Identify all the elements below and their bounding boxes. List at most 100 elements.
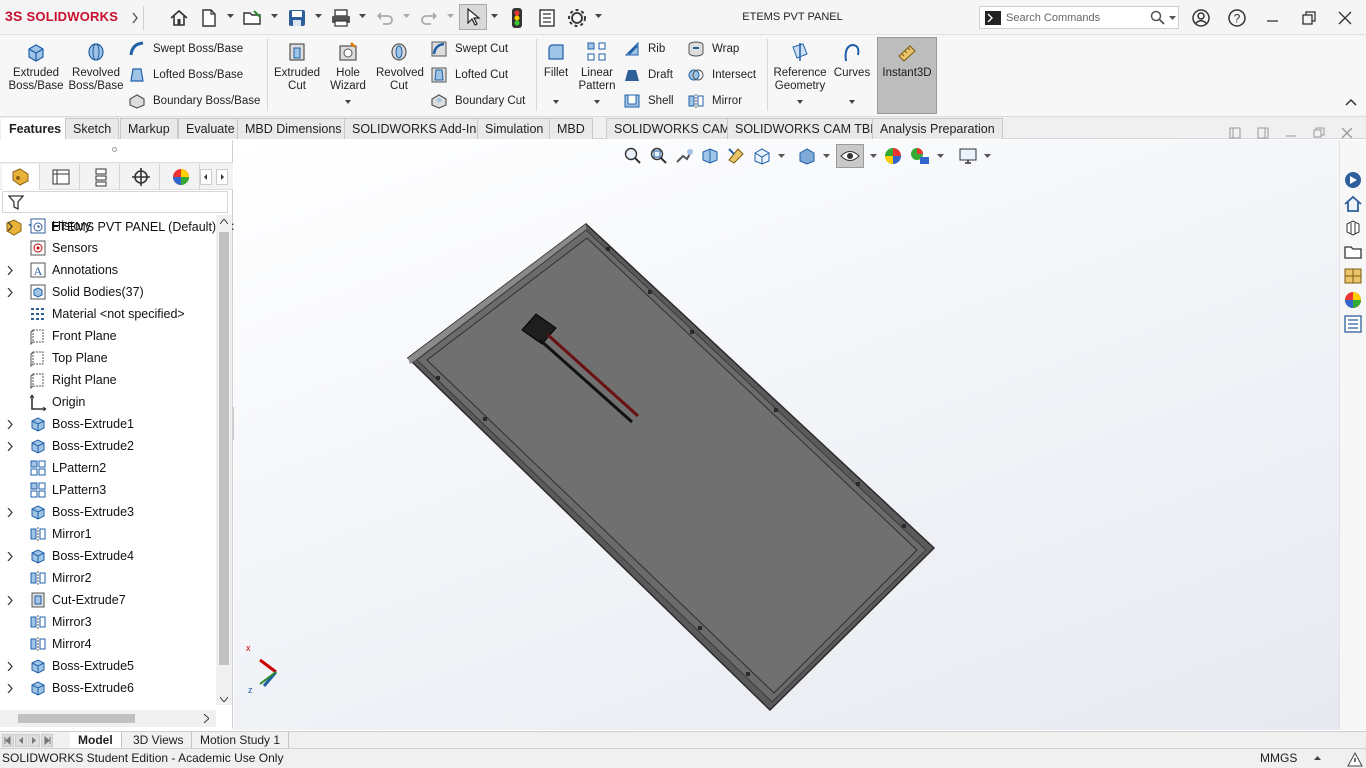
open-dropdown-icon[interactable] [271,14,278,19]
configuration-manager-tab[interactable] [82,164,120,190]
previous-tab-icon[interactable] [15,734,27,747]
undo-icon[interactable] [373,6,397,30]
tree-item[interactable]: Mirror3 [4,611,92,633]
new-document-icon[interactable] [197,6,221,30]
extruded-boss-button[interactable]: Extruded Boss/Base [6,39,66,93]
tree-item[interactable]: Sensors [4,237,98,259]
draft-button[interactable]: Draft [623,64,673,86]
doc-restore-icon[interactable] [1313,127,1325,139]
print-dropdown-icon[interactable] [359,14,366,19]
file-explorer-icon[interactable] [1342,241,1364,263]
tree-item[interactable]: Boss-Extrude2 [4,435,134,457]
expand-arrow-icon[interactable] [4,551,16,561]
pane-splitter-handle[interactable] [112,147,117,152]
solidworks-resources-icon[interactable] [1342,169,1364,191]
mirror-button[interactable]: Mirror [687,90,742,112]
fillet-button[interactable]: Fillet [538,39,574,80]
tree-item[interactable]: History [4,215,91,237]
tree-item[interactable]: Mirror2 [4,567,92,589]
doc-close-icon[interactable] [1341,127,1353,139]
tab-markup[interactable]: Markup [120,118,178,139]
tree-item[interactable]: Origin [4,391,85,413]
graphics-area[interactable]: x z [234,127,1353,730]
instant3d-button[interactable]: Instant3D [877,37,937,114]
doc-minimize-icon[interactable] [1285,127,1297,139]
new-dropdown-icon[interactable] [227,14,234,19]
tabs-scroll-left-icon[interactable] [200,169,212,185]
custom-properties-icon[interactable] [1342,313,1364,335]
close-icon[interactable] [1334,8,1356,28]
expand-arrow-icon[interactable] [4,441,16,451]
tree-item[interactable]: Mirror4 [4,633,92,655]
expand-arrow-icon[interactable] [4,683,16,693]
scroll-down-icon[interactable] [220,696,228,702]
tree-item[interactable]: A Annotations [4,259,118,281]
minimize-icon[interactable] [1262,8,1284,28]
search-commands-box[interactable]: Search Commands [979,6,1179,29]
tab-features[interactable]: Features [1,118,70,139]
model-view-canvas[interactable]: x z [234,140,1339,730]
hole-wizard-dropdown-icon[interactable] [345,100,351,104]
tree-item[interactable]: Boss-Extrude1 [4,413,134,435]
unit-system-dropdown-icon[interactable] [1314,756,1321,761]
tab-model[interactable]: Model [70,732,122,749]
wrap-button[interactable]: Wrap [687,38,739,60]
reference-geometry-dropdown-icon[interactable] [797,100,803,104]
open-folder-icon[interactable] [241,6,265,30]
notifications-icon[interactable] [1346,750,1364,768]
boundary-cut-button[interactable]: Boundary Cut [430,90,525,112]
search-input[interactable]: Search Commands [1006,12,1100,24]
extruded-cut-button[interactable]: Extruded Cut [270,39,324,93]
tab-sketch[interactable]: Sketch [65,118,120,139]
expand-arrow-icon[interactable] [4,221,16,231]
tree-item[interactable]: Top Plane [4,347,108,369]
select-dropdown-icon[interactable] [491,14,498,19]
save-dropdown-icon[interactable] [315,14,322,19]
undo-dropdown-icon[interactable] [403,14,410,19]
tree-horizontal-scrollbar[interactable] [0,710,216,727]
horizontal-scroll-thumb[interactable] [18,714,135,723]
tile-right-icon[interactable] [1257,127,1269,139]
tree-item[interactable]: LPattern3 [4,479,106,501]
solidworks-logo[interactable]: 3S SOLIDWORKS [5,8,118,24]
tree-item[interactable]: Boss-Extrude3 [4,501,134,523]
help-icon[interactable]: ? [1226,8,1248,28]
design-library-icon[interactable] [1342,217,1364,239]
lofted-cut-button[interactable]: Lofted Cut [430,64,508,86]
vertical-scroll-thumb[interactable] [219,232,229,665]
curves-button[interactable]: Curves [831,39,873,80]
select-tool-icon[interactable] [459,4,487,30]
tree-item[interactable]: Boss-Extrude6 [4,677,134,699]
tree-item[interactable]: Right Plane [4,369,117,391]
lofted-boss-button[interactable]: Lofted Boss/Base [128,64,243,86]
shell-button[interactable]: Shell [623,90,674,112]
appearances-icon[interactable] [1342,289,1364,311]
tabs-scroll-right-icon[interactable] [216,169,228,185]
rebuild-icon[interactable] [505,6,529,30]
scroll-up-icon[interactable] [220,219,228,225]
unit-system-label[interactable]: MMGS [1260,749,1297,768]
property-manager-tab[interactable] [42,164,80,190]
home-icon[interactable] [167,6,191,30]
display-manager-tab[interactable] [162,164,200,190]
tree-item[interactable]: Material <not specified> [4,303,185,325]
pvt-panel-model[interactable] [406,223,936,712]
tree-item[interactable]: Front Plane [4,325,117,347]
boundary-boss-button[interactable]: Boundary Boss/Base [128,90,260,112]
tab-mbd-dimensions[interactable]: MBD Dimensions [237,118,350,139]
swept-boss-button[interactable]: Swept Boss/Base [128,38,243,60]
revolved-boss-button[interactable]: Revolved Boss/Base [66,39,126,93]
first-tab-icon[interactable] [2,734,14,747]
swept-cut-button[interactable]: Swept Cut [430,38,508,60]
reference-geometry-button[interactable]: Reference Geometry [770,39,830,93]
redo-icon[interactable] [417,6,441,30]
file-properties-icon[interactable] [535,6,559,30]
linear-pattern-dropdown-icon[interactable] [594,100,600,104]
tree-filter-field[interactable] [2,191,228,213]
tab-solidworks-cam[interactable]: SOLIDWORKS CAM [606,118,738,139]
expand-arrow-icon[interactable] [4,595,16,605]
restore-icon[interactable] [1298,8,1320,28]
next-tab-icon[interactable] [28,734,40,747]
tile-left-icon[interactable] [1229,127,1241,139]
options-gear-icon[interactable] [565,6,589,30]
